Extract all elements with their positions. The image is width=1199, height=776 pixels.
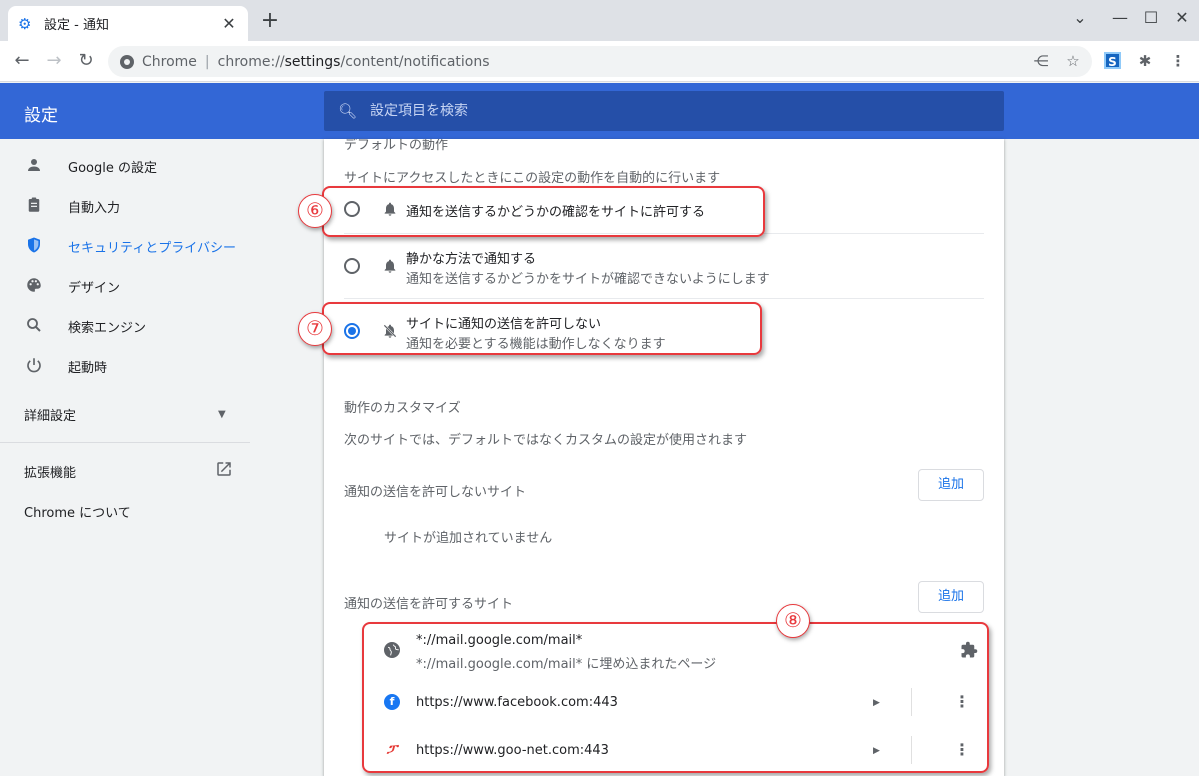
omnibox-separator: | xyxy=(204,53,210,70)
tab-strip: ⚙ 設定 - 通知 ✕ + ⌄ — ☐ ✕ xyxy=(0,0,1199,41)
highlight-box-8 xyxy=(362,622,989,773)
chrome-page-icon xyxy=(120,54,134,69)
option-sublabel: 通知を送信するかどうかをサイトが確認できないようにします xyxy=(406,272,770,287)
back-arrow-icon[interactable]: ← xyxy=(10,49,34,73)
sidebar-item-label: 拡張機能 xyxy=(24,465,77,481)
maximize-icon[interactable]: ☐ xyxy=(1139,8,1163,27)
search-input[interactable] xyxy=(370,103,970,119)
sidebar-item-label: Chrome について xyxy=(24,505,131,521)
allow-list-heading: 通知の送信を許可するサイト xyxy=(344,597,514,612)
forward-arrow-icon[interactable]: → xyxy=(42,49,66,73)
shield-icon xyxy=(24,236,44,256)
row-divider xyxy=(344,298,984,299)
sidebar-item-label: 起動時 xyxy=(68,360,108,376)
block-list-heading: 通知の送信を許可しないサイト xyxy=(344,485,527,500)
minimize-icon[interactable]: — xyxy=(1108,8,1132,27)
sidebar-item-about[interactable]: Chrome について xyxy=(0,491,250,531)
clipboard-icon xyxy=(24,196,44,216)
sidebar-item-label: セキュリティとプライバシー xyxy=(68,240,236,256)
sidebar-item-appearance[interactable]: デザイン xyxy=(0,266,250,306)
new-tab-button[interactable]: + xyxy=(258,10,282,34)
sidebar-divider xyxy=(0,442,250,443)
dropdown-arrow-icon: ▼ xyxy=(218,408,226,420)
settings-search[interactable]: 🔍︎ xyxy=(324,91,1004,131)
menu-kebab-icon[interactable]: ⋮ xyxy=(1167,50,1189,72)
default-description: サイトにアクセスしたときにこの設定の動作を自動的に行います xyxy=(344,171,721,186)
highlight-box-6 xyxy=(322,186,765,237)
tab-close-icon[interactable]: ✕ xyxy=(220,14,238,33)
url-host: settings xyxy=(284,53,341,70)
search-icon xyxy=(24,316,44,336)
bookmark-star-icon[interactable]: ☆ xyxy=(1062,50,1084,72)
sidebar-item-startup[interactable]: 起動時 xyxy=(0,346,250,386)
sidebar-item-label: 詳細設定 xyxy=(24,408,77,424)
url-path: /content/notifications xyxy=(340,53,490,70)
browser-toolbar: ← → ↻ Chrome | chrome:// settings /conte… xyxy=(0,41,1199,82)
browser-tab[interactable]: ⚙ 設定 - 通知 ✕ xyxy=(8,6,248,41)
sidebar-item-search-engine[interactable]: 検索エンジン xyxy=(0,306,250,346)
sidebar-item-label: 検索エンジン xyxy=(68,320,147,336)
reload-icon[interactable]: ↻ xyxy=(74,49,98,73)
close-window-icon[interactable]: ✕ xyxy=(1170,8,1194,27)
sidebar-item-label: 自動入力 xyxy=(68,200,121,216)
add-blocked-site-button[interactable]: 追加 xyxy=(918,469,984,501)
share-icon[interactable]: ⋲ xyxy=(1030,50,1052,72)
power-icon xyxy=(24,356,44,376)
add-allowed-site-button[interactable]: 追加 xyxy=(918,581,984,613)
palette-icon xyxy=(24,276,44,296)
external-link-icon xyxy=(215,460,233,482)
sidebar-item-advanced[interactable]: 詳細設定 ▼ xyxy=(0,394,250,434)
sidebar-item-label: デザイン xyxy=(68,280,121,296)
option-label: 静かな方法で通知する xyxy=(406,252,537,267)
omnibox-chip: Chrome xyxy=(142,53,197,70)
highlight-box-7 xyxy=(322,302,762,355)
tab-search-chevron-icon[interactable]: ⌄ xyxy=(1068,8,1092,27)
sidebar-item-autofill[interactable]: 自動入力 xyxy=(0,186,250,226)
annotation-number-7: ⑦ xyxy=(298,312,332,346)
default-heading: デフォルトの動作 xyxy=(344,139,449,153)
extension-s-icon[interactable]: S xyxy=(1104,52,1121,69)
no-sites-message: サイトが追加されていません xyxy=(384,531,553,546)
annotation-number-6: ⑥ xyxy=(298,194,332,228)
sidebar-item-security[interactable]: セキュリティとプライバシー xyxy=(0,226,250,266)
search-icon: 🔍︎ xyxy=(338,102,358,120)
sidebar: Google の設定 自動入力 セキュリティとプライバシー デザイン 検索エンジ… xyxy=(0,139,250,776)
sidebar-item-google[interactable]: Google の設定 xyxy=(0,146,250,186)
bell-icon xyxy=(381,257,399,275)
radio-quiet[interactable] xyxy=(344,258,360,274)
annotation-number-8: ⑧ xyxy=(776,604,810,638)
person-icon xyxy=(24,156,44,176)
extensions-puzzle-icon[interactable]: ✱ xyxy=(1134,50,1156,72)
url-scheme: chrome:// xyxy=(217,53,285,70)
page-title: 設定 xyxy=(24,106,58,126)
tab-title: 設定 - 通知 xyxy=(44,18,109,33)
settings-header: 設定 🔍︎ xyxy=(0,83,1199,139)
custom-heading: 動作のカスタマイズ xyxy=(344,401,461,416)
custom-description: 次のサイトでは、デフォルトではなくカスタムの設定が使用されます xyxy=(344,433,748,448)
address-bar[interactable]: Chrome | chrome:// settings /content/not… xyxy=(108,46,1092,77)
sidebar-item-extensions[interactable]: 拡張機能 xyxy=(0,451,250,491)
sidebar-item-label: Google の設定 xyxy=(68,160,157,176)
settings-gear-icon: ⚙ xyxy=(18,14,32,33)
